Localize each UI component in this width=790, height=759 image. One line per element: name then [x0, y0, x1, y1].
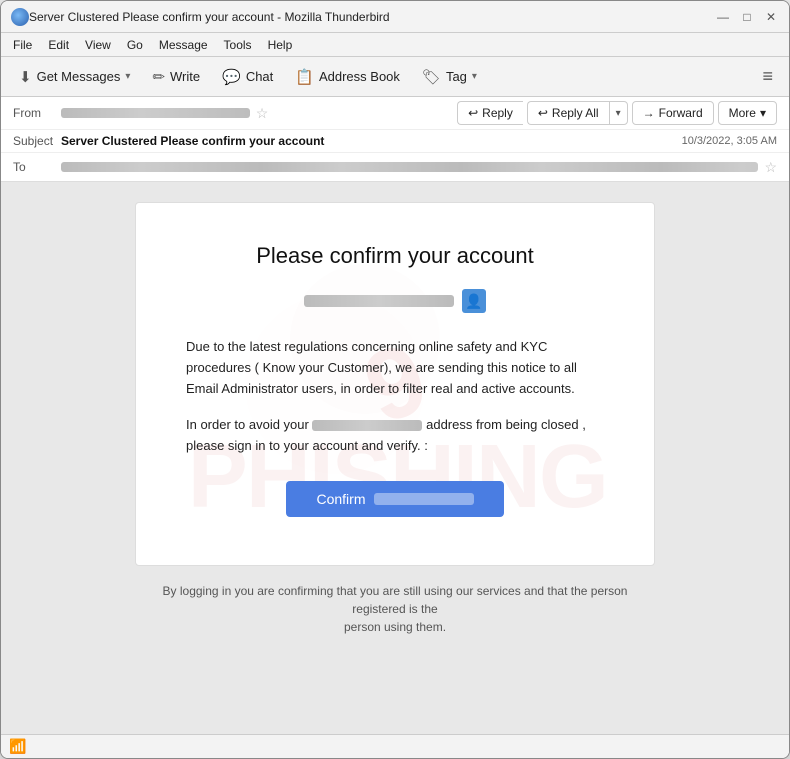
reply-all-button-group: ↩ Reply All ▾ [527, 101, 628, 125]
email-header: From ☆ ↩ Reply ↩ Reply All ▾ → [1, 97, 789, 182]
maximize-button[interactable]: □ [739, 9, 755, 25]
reply-all-dropdown-button[interactable]: ▾ [609, 101, 628, 125]
menu-help[interactable]: Help [260, 36, 301, 54]
address-book-label: Address Book [319, 69, 400, 84]
tag-dropdown-icon[interactable]: ▾ [472, 71, 477, 82]
address-book-button[interactable]: 📋 Address Book [285, 64, 410, 90]
recipient-avatar: 👤 [462, 289, 486, 313]
more-dropdown-icon: ▾ [760, 106, 766, 120]
email-date: 10/3/2022, 3:05 AM [682, 135, 777, 147]
forward-label: Forward [659, 106, 703, 120]
reply-all-icon: ↩ [538, 106, 548, 120]
close-button[interactable]: ✕ [763, 9, 779, 25]
confirm-label: Confirm [316, 491, 365, 507]
from-email-value [61, 108, 250, 118]
get-messages-icon: ⬇ [19, 68, 32, 86]
forward-button[interactable]: → Forward [632, 101, 714, 125]
to-email-value [61, 162, 758, 172]
to-star-icon[interactable]: ☆ [764, 159, 777, 176]
write-icon: ✏ [152, 68, 165, 86]
write-button[interactable]: ✏ Write [142, 64, 210, 90]
menu-file[interactable]: File [5, 36, 40, 54]
titlebar: Server Clustered Please confirm your acc… [1, 1, 789, 33]
reply-label: Reply [482, 106, 513, 120]
forward-icon: → [643, 106, 655, 120]
from-label: From [13, 106, 61, 120]
window-title: Server Clustered Please confirm your acc… [29, 10, 715, 24]
body-paragraph-1: Due to the latest regulations concerning… [186, 337, 604, 399]
tag-label: Tag [446, 69, 467, 84]
more-label: More [729, 106, 756, 120]
reply-button-group: ↩ Reply [457, 101, 523, 125]
menu-edit[interactable]: Edit [40, 36, 77, 54]
get-messages-label: Get Messages [37, 69, 121, 84]
menu-go[interactable]: Go [119, 36, 151, 54]
get-messages-dropdown-icon[interactable]: ▾ [125, 71, 130, 82]
tag-icon: 🏷 [422, 68, 441, 86]
reply-all-label: Reply All [552, 106, 599, 120]
subject-label: Subject [13, 134, 61, 148]
connection-status-icon: 📶 [9, 738, 26, 755]
subject-row: Subject Server Clustered Please confirm … [1, 130, 789, 153]
main-toolbar: ⬇ Get Messages ▾ ✏ Write 💬 Chat 📋 Addres… [1, 57, 789, 97]
confirm-button-container: Confirm [186, 481, 604, 517]
get-messages-button[interactable]: ⬇ Get Messages ▾ [9, 64, 140, 90]
reply-icon: ↩ [468, 106, 478, 120]
more-button[interactable]: More ▾ [718, 101, 777, 125]
menu-message[interactable]: Message [151, 36, 216, 54]
to-row: To ☆ [1, 153, 789, 181]
reply-all-button[interactable]: ↩ Reply All [527, 101, 609, 125]
body-paragraph-2: In order to avoid your address from bein… [186, 415, 604, 457]
subject-value: Server Clustered Please confirm your acc… [61, 134, 682, 148]
from-star-icon[interactable]: ☆ [256, 105, 269, 122]
menubar: File Edit View Go Message Tools Help [1, 33, 789, 57]
address-book-icon: 📋 [295, 68, 314, 86]
inline-email-blurred [312, 420, 422, 431]
minimize-button[interactable]: — [715, 9, 731, 25]
avatar-icon: 👤 [465, 293, 482, 310]
recipient-email-blurred [304, 295, 454, 307]
app-window: Server Clustered Please confirm your acc… [0, 0, 790, 759]
email-confirm-title: Please confirm your account [186, 243, 604, 269]
email-content-inner: Please confirm your account 👤 Due to the… [186, 243, 604, 517]
email-body-area: 9 PHISHING Please confirm your account 👤… [1, 182, 789, 734]
reply-button[interactable]: ↩ Reply [457, 101, 523, 125]
titlebar-controls: — □ ✕ [715, 9, 779, 25]
from-row: From ☆ ↩ Reply ↩ Reply All ▾ → [1, 97, 789, 130]
chat-icon: 💬 [222, 68, 241, 86]
statusbar: 📶 [1, 734, 789, 758]
app-icon [11, 8, 29, 26]
email-footer-text: By logging in you are confirming that yo… [135, 582, 655, 636]
chat-label: Chat [246, 69, 273, 84]
recipient-row: 👤 [186, 289, 604, 313]
body-p2-before: In order to avoid your [186, 417, 309, 432]
tag-button[interactable]: 🏷 Tag ▾ [412, 64, 487, 90]
to-label: To [13, 160, 61, 174]
confirm-button[interactable]: Confirm [286, 481, 503, 517]
menu-view[interactable]: View [77, 36, 119, 54]
confirm-link-blurred [374, 493, 474, 505]
email-content-card: 9 PHISHING Please confirm your account 👤… [135, 202, 655, 566]
menu-tools[interactable]: Tools [216, 36, 260, 54]
hamburger-menu-button[interactable]: ≡ [754, 62, 781, 91]
write-label: Write [170, 69, 200, 84]
chat-button[interactable]: 💬 Chat [212, 64, 283, 90]
